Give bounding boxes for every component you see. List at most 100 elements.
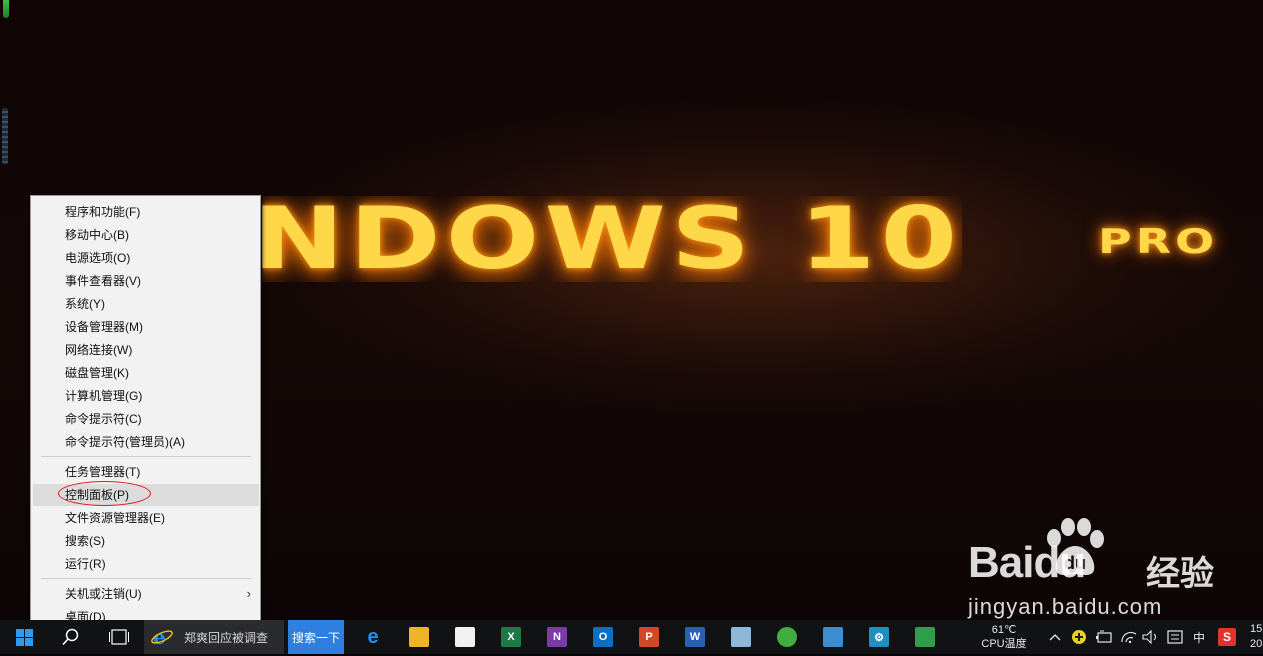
store-icon — [455, 627, 475, 647]
watermark-url: jingyan.baidu.com — [968, 594, 1163, 619]
windows-logo-icon — [15, 628, 33, 646]
search-web-button[interactable]: 搜索一下 — [288, 620, 344, 654]
menu-separator — [41, 578, 251, 579]
menu-item[interactable]: 网络连接(W) — [33, 339, 259, 361]
search-taskbar-button[interactable] — [48, 620, 94, 654]
task-view-icon — [109, 629, 129, 645]
menu-item-label: 系统(Y) — [65, 297, 105, 311]
menu-item-label: 命令提示符(管理员)(A) — [65, 435, 185, 449]
green-app-icon — [777, 627, 797, 647]
menu-item-label: 磁盘管理(K) — [65, 366, 129, 380]
menu-item-label: 搜索(S) — [65, 534, 105, 548]
highlight-control-panel — [58, 481, 151, 506]
menu-item[interactable]: 搜索(S) — [33, 530, 259, 552]
taskbar-app-remote-app[interactable] — [810, 620, 856, 654]
ie-window-label: 郑爽回应被调查 — [184, 630, 269, 645]
clock-date: 20 — [1250, 638, 1263, 650]
taskbar-app-green-app[interactable] — [764, 620, 810, 654]
menu-item-label: 命令提示符(C) — [65, 412, 142, 426]
menu-item-label: 关机或注销(U) — [65, 587, 142, 601]
menu-item-label: 计算机管理(G) — [65, 389, 143, 403]
taskbar-app-edge[interactable]: e — [350, 620, 396, 654]
baidu-jingyan-watermark: du Baidu 经验 jingyan.baidu.com — [968, 518, 1228, 623]
cpu-temperature-widget[interactable]: 61℃ CPU温度 — [972, 620, 1036, 654]
menu-item-label: 移动中心(B) — [65, 228, 129, 242]
menu-item[interactable]: 关机或注销(U) › — [33, 583, 259, 605]
menu-item[interactable]: 命令提示符(管理员)(A) — [33, 431, 259, 453]
menu-item[interactable]: 移动中心(B) — [33, 224, 259, 246]
tray-sogou[interactable]: S — [1214, 620, 1240, 654]
tray-ime-language[interactable]: 中 — [1188, 620, 1210, 654]
taskbar-app-onenote[interactable]: N — [534, 620, 580, 654]
taskbar-app-image-app[interactable] — [902, 620, 948, 654]
tray-app-yellow[interactable] — [1068, 620, 1090, 654]
tray-keyboard[interactable] — [1164, 620, 1186, 654]
magnifier-icon — [62, 628, 79, 646]
desktop-gadget-top[interactable] — [3, 0, 9, 18]
menu-item-label: 程序和功能(F) — [65, 205, 141, 219]
internet-explorer-icon: e — [151, 626, 173, 648]
taskbar-app-paint[interactable] — [718, 620, 764, 654]
menu-item-label: 任务管理器(T) — [65, 465, 141, 479]
paint-icon — [731, 627, 751, 647]
menu-item[interactable]: 设备管理器(M) — [33, 316, 259, 338]
menu-item-label: 文件资源管理器(E) — [65, 511, 165, 525]
sogou-icon: S — [1218, 628, 1236, 646]
taskbar-app-word[interactable]: W — [672, 620, 718, 654]
wifi-icon — [1121, 631, 1137, 644]
menu-item[interactable]: 电源选项(O) — [33, 247, 259, 269]
edge-icon: e — [367, 625, 379, 648]
menu-item-label: 电源选项(O) — [65, 251, 131, 265]
cpu-temp-value: 61℃ — [991, 624, 1017, 636]
show-hidden-icons-button[interactable] — [1046, 620, 1064, 654]
menu-item[interactable]: 任务管理器(T) — [33, 461, 259, 483]
menu-item[interactable]: 事件查看器(V) — [33, 270, 259, 292]
battery-icon — [1096, 630, 1112, 643]
watermark-brand: Baidu — [968, 538, 1086, 587]
taskbar-app-outlook[interactable]: O — [580, 620, 626, 654]
desktop-gadget-side[interactable] — [2, 108, 8, 164]
volume-icon — [1142, 630, 1157, 644]
wallpaper-title: NDOWS 10 — [252, 189, 963, 289]
taskbar-app-store[interactable] — [442, 620, 488, 654]
tray-plus-icon — [1072, 630, 1086, 644]
settings-icon: ⚙ — [869, 627, 889, 647]
wallpaper-edition: PRO — [1098, 222, 1219, 262]
watermark-product: 经验 — [1146, 554, 1214, 594]
menu-item[interactable]: 运行(R) — [33, 553, 259, 575]
outlook-icon: O — [593, 627, 613, 647]
word-icon: W — [685, 627, 705, 647]
chevron-up-icon — [1049, 634, 1061, 641]
keyboard-icon — [1167, 630, 1183, 644]
menu-item[interactable]: 磁盘管理(K) — [33, 362, 259, 384]
taskbar-app-powerpoint[interactable]: P — [626, 620, 672, 654]
menu-item[interactable]: 程序和功能(F) — [33, 201, 259, 223]
excel-icon: X — [501, 627, 521, 647]
tray-volume[interactable] — [1140, 620, 1162, 654]
system-clock[interactable]: 15 20 — [1250, 620, 1263, 656]
taskbar-app-settings[interactable]: ⚙ — [856, 620, 902, 654]
taskbar-app-file-explorer[interactable] — [396, 620, 442, 654]
ie-window-button[interactable]: e 郑爽回应被调查 — [144, 620, 284, 654]
clock-time: 15 — [1250, 623, 1263, 635]
menu-item[interactable]: 系统(Y) — [33, 293, 259, 315]
menu-item-label: 事件查看器(V) — [65, 274, 141, 288]
menu-separator — [41, 456, 251, 457]
tray-wifi[interactable] — [1118, 620, 1140, 654]
image-app-icon — [915, 627, 935, 647]
cpu-temp-label: CPU温度 — [981, 638, 1027, 650]
onenote-icon: N — [547, 627, 567, 647]
task-view-button[interactable] — [96, 620, 142, 654]
tray-battery[interactable] — [1093, 620, 1115, 654]
start-button[interactable] — [0, 620, 48, 654]
menu-item[interactable]: 文件资源管理器(E) — [33, 507, 259, 529]
menu-item[interactable]: 命令提示符(C) — [33, 408, 259, 430]
menu-item-label: 设备管理器(M) — [65, 320, 143, 334]
menu-item[interactable]: 计算机管理(G) — [33, 385, 259, 407]
taskbar-app-excel[interactable]: X — [488, 620, 534, 654]
remote-app-icon — [823, 627, 843, 647]
file-explorer-icon — [409, 627, 429, 647]
menu-item-label: 网络连接(W) — [65, 343, 133, 357]
powerpoint-icon: P — [639, 627, 659, 647]
chevron-right-icon: › — [246, 586, 251, 601]
